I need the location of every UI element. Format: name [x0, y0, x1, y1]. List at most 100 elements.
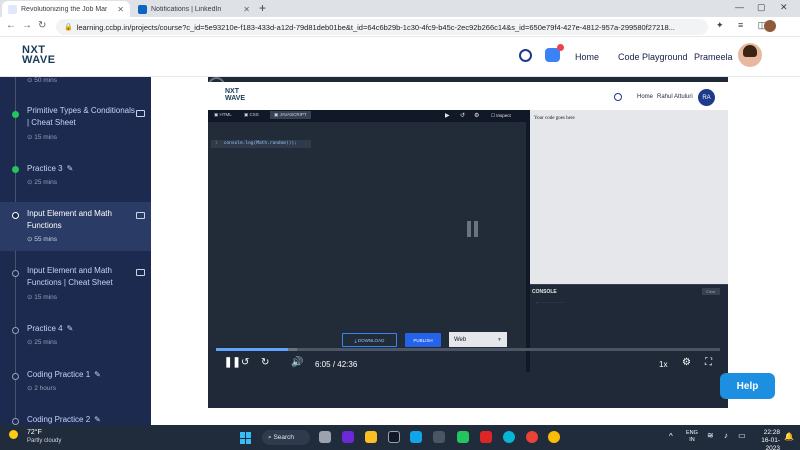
sidebar-item-input-element-cheatsheet[interactable]: Input Element and Math Functions | Cheat…	[0, 261, 151, 307]
ide-clear-button: Clear	[702, 288, 720, 295]
ide-code-line: 1 console.log(Math.random());	[211, 140, 311, 148]
taskbar-search[interactable]: ⌕ Search	[262, 430, 310, 445]
forward-10-icon[interactable]: ↻	[261, 357, 269, 368]
pending-dot-icon	[12, 270, 19, 277]
ide-inspect-checkbox: ☐ Inspect	[491, 113, 511, 118]
ide-console-output: › ·······················	[536, 301, 565, 305]
ide-output-pane: Your code goes here	[530, 110, 728, 284]
ide-tab-html: ▣ HTML	[214, 112, 232, 117]
chevron-down-icon: ▼	[497, 336, 502, 343]
timer-icon[interactable]	[519, 49, 532, 62]
edge-icon[interactable]	[410, 431, 422, 443]
sidebar-item-practice-3[interactable]: Practice 3 ✎ ⊙ 25 mins	[0, 159, 151, 189]
nav-home[interactable]: Home	[575, 52, 599, 62]
app-icon[interactable]	[388, 431, 400, 443]
avatar[interactable]	[738, 43, 762, 67]
ide-home-link: Home	[637, 94, 654, 100]
item-duration: ⊙ 50 mins	[27, 77, 58, 84]
ide-tab-css: ▣ CSS	[244, 112, 259, 117]
ide-header: NXT WAVE Home Rahul Attuluri RA	[208, 82, 728, 110]
video-doc-icon	[136, 212, 145, 219]
ide-logo: NXT WAVE	[225, 88, 246, 102]
pause-icon[interactable]: ❚❚	[224, 357, 241, 368]
user-name[interactable]: Prameela	[694, 52, 733, 62]
sidebar-item-coding-practice-2[interactable]: Coding Practice 2 ✎	[0, 410, 151, 425]
ide-download-button: ⤓ DOWNLOAD	[342, 333, 397, 347]
new-tab-icon[interactable]: +	[259, 1, 266, 15]
minimize-icon[interactable]: —	[735, 2, 744, 12]
browser-navbar: ← → ↻ 🔒 learning.ccbp.in/projects/course…	[0, 17, 800, 37]
linkedin-favicon-icon	[138, 4, 147, 14]
url-text: learning.ccbp.in/projects/course?c_id=5e…	[76, 22, 675, 32]
close-window-icon[interactable]: ✕	[780, 2, 788, 13]
item-duration: ⊙ 15 mins	[27, 294, 58, 301]
pencil-icon: ✎	[66, 164, 74, 173]
playback-speed[interactable]: 1x	[659, 360, 667, 369]
teams-icon[interactable]	[342, 431, 354, 443]
tray-chevron-up-icon[interactable]: ^	[669, 432, 673, 441]
browser-tab-active[interactable]: Revolutionizing the Job Mar ✕	[2, 1, 130, 17]
current-dot-icon	[12, 212, 19, 219]
address-bar[interactable]: 🔒 learning.ccbp.in/projects/course?c_id=…	[56, 19, 708, 35]
cheatsheet-doc-icon	[136, 110, 145, 117]
browser-tab-linkedin[interactable]: Notifications | LinkedIn ✕	[132, 1, 256, 17]
ide-mode-select: Web ▼	[449, 332, 507, 347]
chrome-icon[interactable]	[526, 431, 538, 443]
nav-code-playground[interactable]: Code Playground	[618, 52, 688, 62]
sidebar-item-primitive-cheatsheet[interactable]: Primitive Types & Conditionals | Cheat S…	[0, 101, 151, 147]
pending-dot-icon	[12, 373, 19, 380]
notification-bell-icon[interactable]: 🔔	[784, 432, 794, 441]
reload-icon[interactable]: ↻	[38, 20, 46, 31]
weather-description[interactable]: Partly cloudy	[27, 438, 61, 444]
ide-settings-icon: ⚙	[474, 113, 480, 119]
lock-icon: 🔒	[64, 24, 73, 31]
chrome-profile-icon[interactable]	[548, 431, 560, 443]
windows-start-icon[interactable]	[240, 432, 252, 444]
weather-temperature[interactable]: 72°F	[27, 429, 42, 436]
help-button[interactable]: Help	[720, 373, 775, 399]
rewind-10-icon[interactable]: ↺	[241, 357, 249, 368]
cortana-icon[interactable]	[503, 431, 515, 443]
sidebar-item-input-element-math[interactable]: Input Element and Math Functions ⊙ 55 mi…	[0, 202, 151, 251]
volume-icon[interactable]: 🔊	[291, 357, 303, 368]
back-icon[interactable]: ←	[6, 20, 16, 31]
browser-tab-label: Notifications | LinkedIn	[151, 5, 222, 13]
browser-tabstrip: Revolutionizing the Job Mar ✕ Notificati…	[0, 0, 800, 17]
site-favicon-icon	[8, 4, 17, 14]
pending-dot-icon	[12, 418, 19, 425]
video-progress-bar[interactable]	[216, 348, 720, 351]
pencil-icon: ✎	[94, 415, 101, 424]
item-duration: ⊙ 2 hours	[27, 385, 56, 392]
nxtwave-logo[interactable]: NXT WAVE	[22, 45, 56, 66]
tray-wifi-volume-battery-icons[interactable]: ≋ ♪ ▭	[707, 431, 750, 440]
sidebar-item-practice-4[interactable]: Practice 4 ✎ ⊙ 25 mins	[0, 319, 151, 349]
pencil-icon: ✎	[94, 370, 101, 379]
taskbar-clock[interactable]: 22:28 16-01-2023	[748, 429, 780, 450]
file-explorer-icon[interactable]	[365, 431, 377, 443]
course-sidebar: ⊙ 50 mins Primitive Types & Conditionals…	[0, 77, 151, 425]
close-tab-icon[interactable]: ✕	[117, 5, 124, 14]
maximize-icon[interactable]: ▢	[757, 2, 766, 13]
settings-gear-icon[interactable]: ⚙	[682, 357, 691, 368]
close-tab-icon[interactable]: ✕	[243, 5, 250, 14]
store-icon[interactable]	[433, 431, 445, 443]
ide-tab-javascript: ▣ JAVASCRIPT	[270, 111, 311, 119]
pencil-icon: ✎	[66, 324, 74, 333]
task-view-icon[interactable]	[319, 431, 331, 443]
sidebar-item-coding-practice-1[interactable]: Coding Practice 1 ✎ ⊙ 2 hours	[0, 365, 151, 395]
forward-icon[interactable]: →	[22, 20, 32, 31]
weather-icon[interactable]	[9, 430, 18, 439]
ide-user-name: Rahul Attuluri	[657, 94, 693, 100]
pause-overlay-icon[interactable]	[466, 221, 480, 237]
language-indicator[interactable]: ENG IN	[686, 430, 698, 444]
completed-dot-icon	[12, 166, 19, 173]
mcafee-icon[interactable]	[480, 431, 492, 443]
app-icon[interactable]	[457, 431, 469, 443]
browser-profile-icon[interactable]	[764, 20, 776, 32]
ide-toolbar: ▣ HTML ▣ CSS ▣ JAVASCRIPT ▶ ↺ ⚙ ☐ Inspec…	[208, 110, 528, 122]
item-duration: ⊙ 25 mins	[27, 179, 58, 186]
fullscreen-icon[interactable]: ⛶	[705, 357, 712, 368]
ide-publish-button: PUBLISH	[405, 333, 441, 347]
ide-timer-icon	[614, 93, 622, 101]
video-player[interactable]: NXT WAVE Home Rahul Attuluri RA ▣ HTML ▣…	[208, 77, 728, 408]
